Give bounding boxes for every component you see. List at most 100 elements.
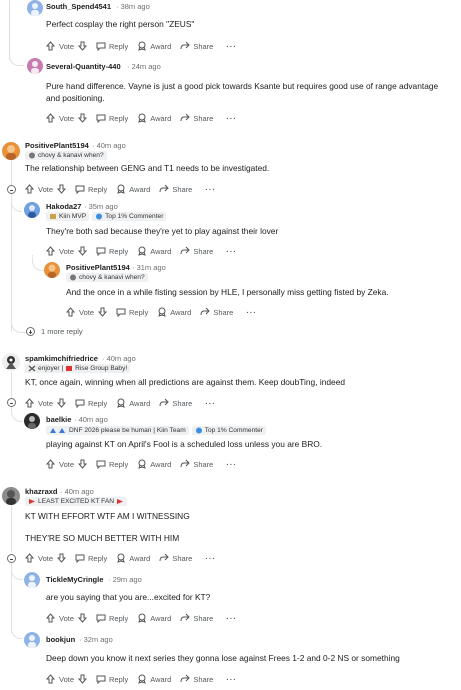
upvote-arrow-icon[interactable] xyxy=(66,307,75,317)
downvote-arrow-icon[interactable] xyxy=(78,613,88,623)
downvote-arrow-icon[interactable] xyxy=(57,553,67,563)
expand-replies-button[interactable] xyxy=(26,327,35,336)
more-options-button[interactable]: ··· xyxy=(226,114,237,123)
award-button[interactable]: Award xyxy=(137,41,171,51)
username[interactable]: khazraxd xyxy=(25,487,58,496)
reply-button[interactable]: Reply xyxy=(75,184,107,194)
award-button[interactable]: Award xyxy=(116,553,150,563)
award-button[interactable]: Award xyxy=(137,674,171,684)
downvote-arrow-icon[interactable] xyxy=(78,246,88,256)
more-options-button[interactable]: ··· xyxy=(226,247,237,256)
downvote-arrow-icon[interactable] xyxy=(78,674,88,684)
flair-emoji-icon xyxy=(70,274,76,281)
reply-button[interactable]: Reply xyxy=(75,398,107,408)
more-options-button[interactable]: ··· xyxy=(226,460,237,469)
collapse-thread-button[interactable] xyxy=(7,398,16,407)
username[interactable]: PositivePlant5194 xyxy=(25,141,89,150)
upvote-arrow-icon[interactable] xyxy=(46,674,55,684)
username[interactable]: baelkie xyxy=(46,415,71,424)
reply-button[interactable]: Reply xyxy=(96,459,128,469)
more-options-button[interactable]: ··· xyxy=(226,614,237,623)
thread-line xyxy=(9,0,10,60)
vote-label: Vote xyxy=(59,459,75,469)
more-options-button[interactable]: ··· xyxy=(205,554,216,563)
share-button[interactable]: Share xyxy=(180,674,213,684)
upvote-arrow-icon[interactable] xyxy=(46,613,55,623)
award-button[interactable]: Award xyxy=(137,113,171,123)
upvote-arrow-icon[interactable] xyxy=(46,113,55,123)
reply-button[interactable]: Reply xyxy=(96,246,128,256)
reply-button[interactable]: Reply xyxy=(96,41,128,51)
username[interactable]: Hakoda27 xyxy=(46,202,81,211)
username[interactable]: spamkimchifriedrice xyxy=(25,354,98,363)
reply-button[interactable]: Reply xyxy=(96,674,128,684)
timestamp: · 24m ago xyxy=(127,62,161,71)
award-label: Award xyxy=(170,307,192,317)
reply-button[interactable]: Reply xyxy=(96,613,128,623)
share-arrow-icon xyxy=(159,184,170,193)
award-button[interactable]: Award xyxy=(137,246,171,256)
downvote-arrow-icon[interactable] xyxy=(78,459,88,469)
downvote-arrow-icon[interactable] xyxy=(78,113,88,123)
upvote-arrow-icon[interactable] xyxy=(46,459,55,469)
share-button[interactable]: Share xyxy=(180,459,213,469)
more-options-button[interactable]: ··· xyxy=(205,399,216,408)
avatar[interactable] xyxy=(2,353,20,371)
username[interactable]: Several-Quantity-440 xyxy=(46,62,121,71)
share-button[interactable]: Share xyxy=(180,246,213,256)
downvote-arrow-icon[interactable] xyxy=(78,41,88,51)
more-options-button[interactable]: ··· xyxy=(246,308,257,317)
collapse-thread-button[interactable] xyxy=(7,554,16,563)
share-button[interactable]: Share xyxy=(180,613,213,623)
username[interactable]: PositivePlant5194 xyxy=(66,263,130,272)
avatar[interactable] xyxy=(24,413,40,429)
comment-text: Pure hand difference. Vayne is just a go… xyxy=(46,81,439,91)
flair-emoji-icon xyxy=(28,365,36,372)
share-label: Share xyxy=(172,553,193,563)
reply-button[interactable]: Reply xyxy=(75,553,107,563)
timestamp: · 35m ago xyxy=(84,202,118,211)
share-button[interactable]: Share xyxy=(180,41,213,51)
speech-bubble-icon xyxy=(75,554,85,563)
username[interactable]: bookjun xyxy=(46,635,75,644)
share-label: Share xyxy=(193,41,214,51)
award-button[interactable]: Award xyxy=(116,184,150,194)
avatar[interactable] xyxy=(27,58,43,74)
avatar[interactable] xyxy=(24,632,40,648)
upvote-arrow-icon[interactable] xyxy=(25,398,34,408)
more-options-button[interactable]: ··· xyxy=(205,185,216,194)
comment-text: They're both sad because they're yet to … xyxy=(46,226,279,236)
username[interactable]: South_Spend4541 xyxy=(46,2,111,11)
more-options-button[interactable]: ··· xyxy=(226,42,237,51)
upvote-arrow-icon[interactable] xyxy=(25,184,34,194)
award-button[interactable]: Award xyxy=(116,398,150,408)
more-options-button[interactable]: ··· xyxy=(226,675,237,684)
username[interactable]: TickleMyCringle xyxy=(46,575,103,584)
upvote-arrow-icon[interactable] xyxy=(25,553,34,563)
award-button[interactable]: Award xyxy=(137,613,171,623)
share-button[interactable]: Share xyxy=(159,398,192,408)
share-button[interactable]: Share xyxy=(180,113,213,123)
more-replies-link[interactable]: 1 more reply xyxy=(41,327,83,336)
upvote-arrow-icon[interactable] xyxy=(46,246,55,256)
avatar[interactable] xyxy=(24,572,40,588)
downvote-arrow-icon[interactable] xyxy=(98,307,108,317)
share-button[interactable]: Share xyxy=(159,184,192,194)
avatar[interactable] xyxy=(2,142,20,160)
avatar[interactable] xyxy=(2,487,20,505)
reply-button[interactable]: Reply xyxy=(116,307,148,317)
avatar[interactable] xyxy=(27,0,43,16)
reply-button[interactable]: Reply xyxy=(96,113,128,123)
downvote-arrow-icon[interactable] xyxy=(57,184,67,194)
thread-connector xyxy=(32,258,44,271)
reply-label: Reply xyxy=(109,459,129,469)
avatar[interactable] xyxy=(24,202,40,218)
collapse-thread-button[interactable] xyxy=(7,185,16,194)
downvote-arrow-icon[interactable] xyxy=(57,398,67,408)
share-button[interactable]: Share xyxy=(159,553,192,563)
upvote-arrow-icon[interactable] xyxy=(46,41,55,51)
award-button[interactable]: Award xyxy=(137,459,171,469)
award-button[interactable]: Award xyxy=(157,307,191,317)
avatar[interactable] xyxy=(44,262,60,278)
share-button[interactable]: Share xyxy=(200,307,233,317)
